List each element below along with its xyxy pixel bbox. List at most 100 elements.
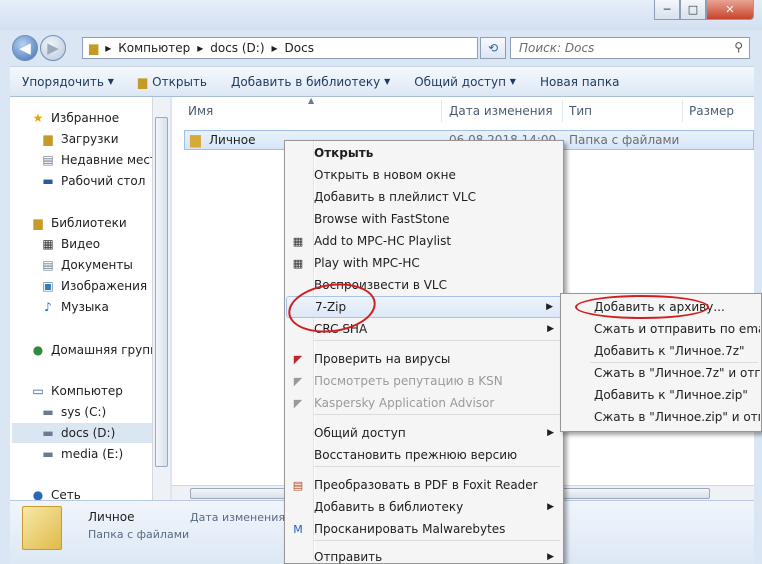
file-name: Личное xyxy=(209,133,256,147)
context-menu-item[interactable]: Browse with FastStone xyxy=(286,208,562,230)
submenu-item[interactable]: Добавить к "Личное.zip" xyxy=(562,384,760,406)
refresh-button[interactable]: ⟲ xyxy=(480,37,506,59)
context-menu-item[interactable]: ◤ Посмотреть репутацию в KSN xyxy=(286,370,562,392)
large-folder-icon xyxy=(22,506,62,550)
nav-label: Избранное xyxy=(51,111,120,125)
nav-downloads[interactable]: ▆ Загрузки xyxy=(40,129,119,149)
context-menu-item[interactable]: Отправить ▶ xyxy=(286,546,562,564)
share-button[interactable]: Общий доступ ▼ xyxy=(402,75,528,89)
submenu-item[interactable]: Сжать в "Личное.zip" и отправить по emai… xyxy=(562,406,760,428)
submenu-item-label: Добавить к "Личное.7z" xyxy=(594,344,745,358)
documents-icon: ▤ xyxy=(42,258,54,272)
context-menu-item[interactable]: Общий доступ ▶ xyxy=(286,422,562,444)
arrow-right-icon: ▶ xyxy=(47,39,59,57)
foxit-pdf-icon: ▤ xyxy=(292,478,304,492)
recent-places-icon: ▤ xyxy=(42,153,54,167)
context-menu-item[interactable]: ▤ Преобразовать в PDF в Foxit Reader xyxy=(286,474,562,496)
add-to-library-button[interactable]: Добавить в библиотеку ▼ xyxy=(219,75,402,89)
dropdown-icon: ▼ xyxy=(384,77,391,86)
magnifier-icon: ⚲ xyxy=(734,40,743,54)
nav-label: Загрузки xyxy=(61,132,119,146)
breadcrumb-drive[interactable]: docs (D:) xyxy=(210,41,264,55)
breadcrumb-separator: ▸ xyxy=(197,41,204,55)
desktop-icon: ▬ xyxy=(42,174,54,188)
column-date[interactable]: Дата изменения xyxy=(443,100,563,122)
nav-recent[interactable]: ▤ Недавние места xyxy=(40,150,164,170)
column-name[interactable]: Имя xyxy=(172,100,442,122)
dropdown-icon: ▼ xyxy=(107,77,114,86)
scrollbar-thumb[interactable] xyxy=(155,117,168,467)
search-input[interactable]: Поиск: Docs ⚲ xyxy=(510,37,750,59)
organize-button[interactable]: Упорядочить ▼ xyxy=(10,75,126,89)
column-size[interactable]: Размер xyxy=(683,100,754,122)
nav-homegroup[interactable]: ● Домашняя группа xyxy=(30,340,166,360)
breadcrumb-folder[interactable]: Docs xyxy=(285,41,314,55)
back-button[interactable]: ◀ xyxy=(12,35,38,61)
nav-media-drive[interactable]: ▬ media (E:) xyxy=(40,444,123,464)
computer-icon: ▭ xyxy=(32,384,44,398)
context-menu-item[interactable]: ◤ Проверить на вирусы xyxy=(286,348,562,370)
add-to-library-label: Добавить в библиотеку xyxy=(231,74,381,89)
column-label: Тип xyxy=(569,104,592,118)
address-bar[interactable]: ▆ ▸ Компьютер ▸ docs (D:) ▸ Docs xyxy=(82,37,478,59)
submenu-item[interactable]: Сжать в "Личное.7z" и отправить по email xyxy=(562,362,760,384)
submenu-item[interactable]: Добавить к "Личное.7z" xyxy=(562,340,760,362)
context-menu-item[interactable]: Добавить в библиотеку ▶ xyxy=(286,496,562,518)
menu-separator xyxy=(590,362,758,363)
maximize-button[interactable]: □ xyxy=(680,0,706,20)
new-folder-button[interactable]: Новая папка xyxy=(528,75,631,89)
menu-item-label: Add to MPC-HC Playlist xyxy=(314,234,452,248)
refresh-icon: ⟲ xyxy=(487,41,499,55)
nav-images[interactable]: ▣ Изображения xyxy=(40,276,147,296)
navigation-scrollbar[interactable] xyxy=(152,97,170,500)
nav-docs-drive[interactable]: ▬ docs (D:) xyxy=(12,423,154,443)
nav-favorites[interactable]: ★ Избранное xyxy=(30,108,120,128)
libraries-icon: ▆ xyxy=(33,216,43,230)
forward-button[interactable]: ▶ xyxy=(40,35,66,61)
nav-libraries[interactable]: ▆ Библиотеки xyxy=(30,213,127,233)
column-type[interactable]: Тип xyxy=(563,100,683,122)
menu-item-label: Проверить на вирусы xyxy=(314,352,451,366)
nav-label: Компьютер xyxy=(51,384,123,398)
drive-icon: ▬ xyxy=(42,426,54,440)
command-bar: Упорядочить ▼ ▆ Открыть Добавить в библио… xyxy=(10,66,754,97)
nav-music[interactable]: ♪ Музыка xyxy=(40,297,109,317)
kaspersky-scan-icon: ◤ xyxy=(293,352,303,366)
context-menu-item[interactable]: ◤ Kaspersky Application Advisor xyxy=(286,392,562,414)
menu-item-label: Общий доступ xyxy=(314,426,406,440)
minimize-button[interactable]: ─ xyxy=(654,0,680,20)
system-drive-icon: ▬ xyxy=(42,405,54,419)
nav-sys-drive[interactable]: ▬ sys (C:) xyxy=(40,402,106,422)
context-menu-item[interactable]: Открыть xyxy=(286,142,562,164)
nav-label: Музыка xyxy=(61,300,109,314)
menu-item-label: Добавить в плейлист VLC xyxy=(314,190,476,204)
nav-documents[interactable]: ▤ Документы xyxy=(40,255,132,275)
context-menu-item[interactable]: Восстановить прежнюю версию xyxy=(286,444,562,466)
context-menu-item[interactable]: Открыть в новом окне xyxy=(286,164,562,186)
star-icon: ★ xyxy=(32,111,44,125)
dropdown-icon: ▼ xyxy=(509,77,516,86)
folder-icon: ▆ xyxy=(190,132,201,148)
nav-label: Изображения xyxy=(61,279,148,293)
close-button[interactable]: ✕ xyxy=(706,0,754,20)
menu-item-label: Открыть xyxy=(314,146,374,160)
context-menu-item[interactable]: Добавить в плейлист VLC xyxy=(286,186,562,208)
video-icon: ▦ xyxy=(42,237,54,251)
context-menu-item[interactable]: ▦ Add to MPC-HC Playlist xyxy=(286,230,562,252)
context-menu-item[interactable]: M Просканировать Malwarebytes xyxy=(286,518,562,540)
menu-item-label: Play with MPC-HC xyxy=(314,256,420,270)
nav-label: Библиотеки xyxy=(51,216,127,230)
nav-desktop[interactable]: ▬ Рабочий стол xyxy=(40,171,145,191)
open-button[interactable]: ▆ Открыть xyxy=(126,75,219,89)
nav-computer[interactable]: ▭ Компьютер xyxy=(30,381,123,401)
details-type: Папка с файлами xyxy=(88,528,190,541)
breadcrumb-separator: ▸ xyxy=(271,41,278,55)
nav-video[interactable]: ▦ Видео xyxy=(40,234,100,254)
submenu-item[interactable]: Сжать и отправить по email... xyxy=(562,318,760,340)
context-menu-item[interactable]: ▦ Play with MPC-HC xyxy=(286,252,562,274)
window-controls: ─ □ ✕ xyxy=(654,0,754,22)
sort-arrow-icon: ▲ xyxy=(308,96,315,105)
column-label: Размер xyxy=(689,104,735,118)
downloads-folder-icon: ▆ xyxy=(43,132,53,146)
breadcrumb-computer[interactable]: Компьютер xyxy=(118,41,190,55)
